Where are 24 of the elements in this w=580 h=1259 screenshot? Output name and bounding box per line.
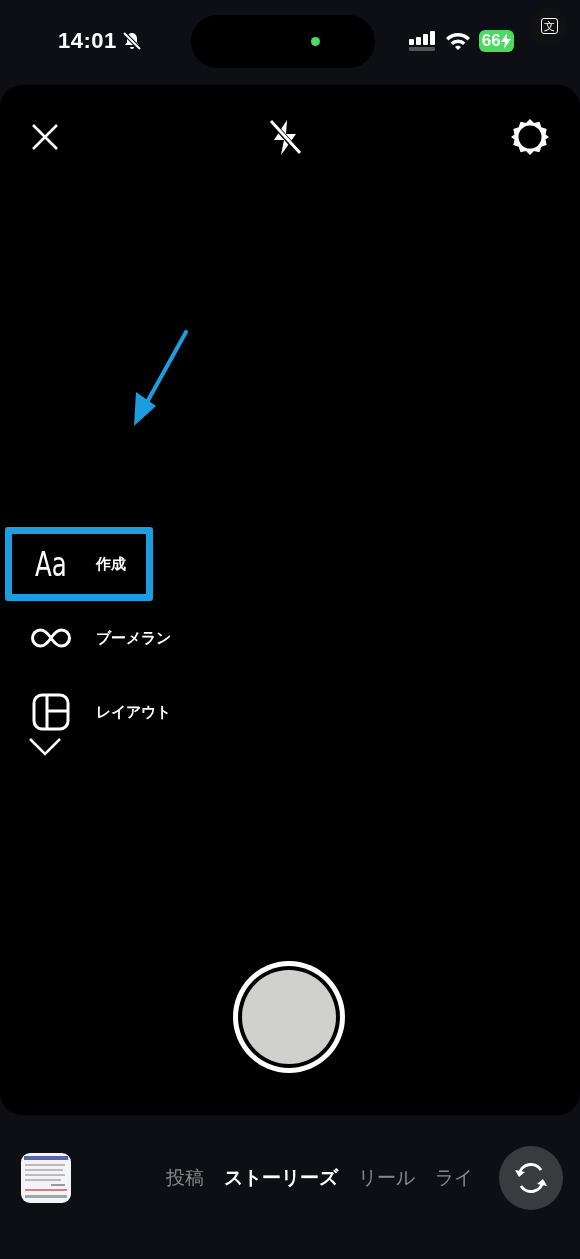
signal-icon xyxy=(408,31,437,51)
option-label: ブーメラン xyxy=(96,628,171,648)
option-label: 作成 xyxy=(96,554,126,574)
mode-option[interactable]: ブーメラン xyxy=(5,601,186,675)
highlighted-mode-option[interactable]: Aa 作成 xyxy=(5,527,153,601)
mode-tab[interactable]: リール xyxy=(358,1165,415,1191)
infinity-icon xyxy=(31,627,71,649)
chevron-down-icon xyxy=(28,737,62,757)
live-text-button[interactable]: 文 xyxy=(531,8,567,44)
wifi-icon xyxy=(444,31,471,51)
mode-tab[interactable]: 投稿 xyxy=(166,1165,204,1191)
mode-tab[interactable]: ライ xyxy=(435,1165,473,1191)
option-label: レイアウト xyxy=(96,702,171,722)
settings-button[interactable] xyxy=(510,117,550,157)
flip-camera-icon xyxy=(513,1161,549,1195)
text-style-icon: Aa xyxy=(35,547,67,581)
status-time: 14:01 xyxy=(58,28,117,54)
layout-grid-icon xyxy=(32,693,70,731)
close-button[interactable] xyxy=(30,122,60,152)
close-icon xyxy=(30,122,60,152)
settings-icon xyxy=(510,117,550,157)
mode-option[interactable]: レイアウト xyxy=(5,675,186,749)
mode-tab[interactable]: ストーリーズ xyxy=(224,1165,338,1191)
battery-indicator: 66 xyxy=(478,30,514,52)
